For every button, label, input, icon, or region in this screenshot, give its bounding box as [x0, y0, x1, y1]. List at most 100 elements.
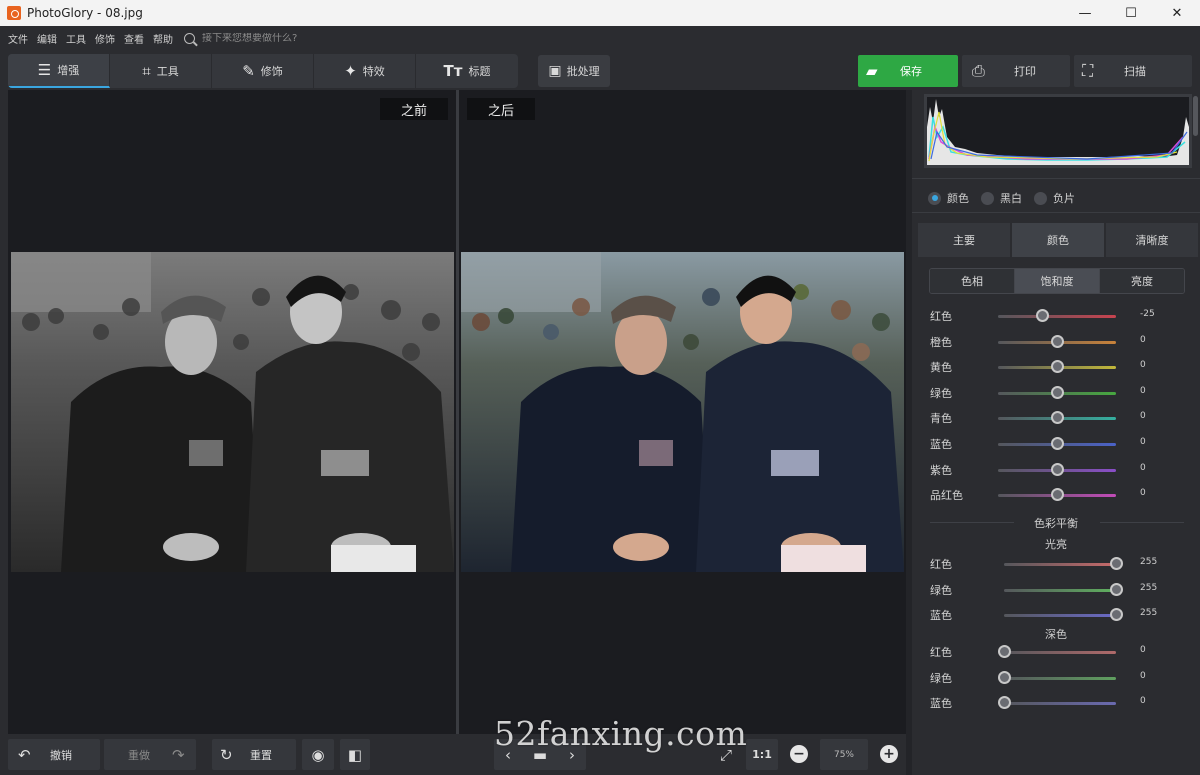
- tab-captions[interactable]: Tт 标题: [416, 54, 518, 88]
- redo-button[interactable]: 重做 ↷: [104, 739, 196, 770]
- close-button[interactable]: ✕: [1154, 0, 1200, 26]
- slider-value: 0: [1140, 411, 1146, 422]
- zoom-level[interactable]: 75%: [820, 739, 868, 770]
- slider-handle[interactable]: [1051, 360, 1064, 374]
- menu-retouch[interactable]: 修饰: [95, 31, 115, 46]
- slider-row: 绿色 255: [930, 582, 1160, 598]
- slider-row: 绿色 0: [930, 385, 1160, 401]
- slider-row: 红色 0: [930, 644, 1160, 660]
- mode-tabs: ☰ 增强 ⌗ 工具 ✎ 修饰 ✦ 特效 Tт 标题: [8, 54, 518, 88]
- slider-label: 绿色: [930, 671, 952, 685]
- slider-track[interactable]: [998, 315, 1116, 318]
- slider-label: 青色: [930, 412, 952, 426]
- slider-value: 0: [1140, 645, 1146, 655]
- radio-negative[interactable]: [1034, 191, 1047, 205]
- menu-edit[interactable]: 编辑: [37, 31, 57, 46]
- slider-row: 紫色 0: [930, 462, 1160, 478]
- compare-button[interactable]: ◧: [340, 739, 370, 770]
- tab-effects[interactable]: ✦ 特效: [314, 54, 416, 88]
- menu-help[interactable]: 帮助: [153, 31, 173, 46]
- slider-handle[interactable]: [1051, 411, 1064, 425]
- slider-handle[interactable]: [1051, 462, 1064, 476]
- tab-label: 增强: [57, 64, 80, 77]
- slider-handle[interactable]: [1051, 437, 1064, 450]
- slider-handle[interactable]: [1051, 385, 1064, 399]
- undo-icon: ↶: [18, 745, 31, 764]
- eye-icon: ◉: [311, 745, 325, 764]
- tab-main[interactable]: 主要: [918, 223, 1012, 257]
- color-segment-control: 色相 饱和度 亮度: [929, 268, 1185, 294]
- slider-handle[interactable]: [998, 645, 1011, 658]
- zoom-out-icon[interactable]: −: [790, 745, 808, 763]
- segment-saturation[interactable]: 饱和度: [1015, 269, 1100, 293]
- slider-value: -25: [1140, 309, 1155, 319]
- segment-hue[interactable]: 色相: [930, 269, 1015, 293]
- panel-scrollbar[interactable]: [1193, 96, 1198, 136]
- slider-track[interactable]: [1004, 563, 1116, 566]
- tab-label: 工具: [156, 65, 179, 78]
- batch-button[interactable]: ▣ 批处理: [538, 55, 610, 87]
- maximize-button[interactable]: ☐: [1108, 0, 1154, 26]
- slider-label: 橙色: [930, 335, 952, 349]
- slider-track[interactable]: [1004, 614, 1116, 618]
- slider-label: 紫色: [930, 463, 952, 477]
- slider-handle[interactable]: [1036, 309, 1050, 322]
- radio-color[interactable]: [928, 191, 941, 205]
- tab-label: 修饰: [260, 65, 283, 78]
- slider-label: 红色: [930, 310, 952, 323]
- split-view-icon: ◧: [347, 745, 363, 764]
- radio-bw[interactable]: [981, 191, 994, 205]
- shadows-heading: 深色: [1045, 628, 1067, 641]
- slider-row: 品红色 0: [930, 487, 1160, 503]
- preview-toggle-button[interactable]: ◉: [302, 739, 334, 770]
- search-box[interactable]: [184, 32, 362, 44]
- slider-track[interactable]: [1004, 676, 1116, 680]
- tab-color[interactable]: 颜色: [1012, 223, 1106, 257]
- zoom-in-icon[interactable]: +: [880, 745, 898, 763]
- slider-track[interactable]: [1004, 588, 1116, 592]
- slider-handle[interactable]: [1051, 334, 1064, 348]
- segment-brightness[interactable]: 亮度: [1100, 269, 1184, 293]
- minimize-button[interactable]: —: [1062, 0, 1108, 26]
- menu-file[interactable]: 文件: [8, 31, 28, 46]
- slider-handle[interactable]: [998, 696, 1011, 710]
- search-input[interactable]: [202, 32, 362, 44]
- histogram: [924, 94, 1192, 168]
- tab-label: 标题: [468, 65, 491, 78]
- menu-view[interactable]: 查看: [124, 31, 144, 46]
- tab-retouch[interactable]: ✎ 修饰: [212, 54, 314, 88]
- slider-handle[interactable]: [1110, 557, 1123, 570]
- slider-row: 黄色 0: [930, 359, 1160, 375]
- tab-enhance[interactable]: ☰ 增强: [8, 54, 110, 88]
- slider-handle[interactable]: [1110, 608, 1123, 622]
- split-divider[interactable]: [456, 90, 459, 734]
- scan-button[interactable]: ⛶ 扫描: [1074, 55, 1192, 87]
- slider-row: 红色 255: [930, 556, 1160, 572]
- before-photo: [11, 252, 454, 572]
- print-button[interactable]: ⎙ 打印: [962, 55, 1070, 87]
- save-button[interactable]: ▰ 保存: [858, 55, 958, 87]
- slider-track[interactable]: [1004, 702, 1116, 706]
- tab-tools[interactable]: ⌗ 工具: [110, 54, 212, 88]
- slider-handle[interactable]: [1110, 582, 1123, 596]
- slider-value: 0: [1140, 488, 1146, 499]
- magic-wand-icon: ✦: [344, 62, 357, 80]
- search-icon: [184, 32, 195, 44]
- redo-label: 重做: [128, 748, 150, 762]
- save-label: 保存: [900, 65, 922, 78]
- menu-tools[interactable]: 工具: [66, 31, 86, 46]
- main-toolbar: ☰ 增强 ⌗ 工具 ✎ 修饰 ✦ 特效 Tт 标题 ▣ 批处理 ▰ 保存 ⎙ 打…: [0, 50, 1200, 90]
- tab-clarity[interactable]: 清晰度: [1106, 223, 1198, 257]
- image-canvas[interactable]: 之前 之后: [8, 90, 906, 734]
- slider-handle[interactable]: [1051, 488, 1064, 502]
- slider-handle[interactable]: [998, 670, 1011, 684]
- slider-track[interactable]: [1004, 651, 1116, 654]
- reset-button[interactable]: ↻ 重置: [212, 739, 296, 770]
- undo-label: 撤销: [50, 748, 72, 762]
- slider-row: 青色 0: [930, 410, 1160, 426]
- actual-size-button[interactable]: 1:1: [746, 739, 778, 770]
- slider-label: 绿色: [930, 386, 952, 400]
- undo-button[interactable]: ↶ 撤销: [8, 739, 100, 770]
- slider-row: 绿色 0: [930, 670, 1160, 686]
- highlights-heading: 光亮: [1045, 538, 1067, 551]
